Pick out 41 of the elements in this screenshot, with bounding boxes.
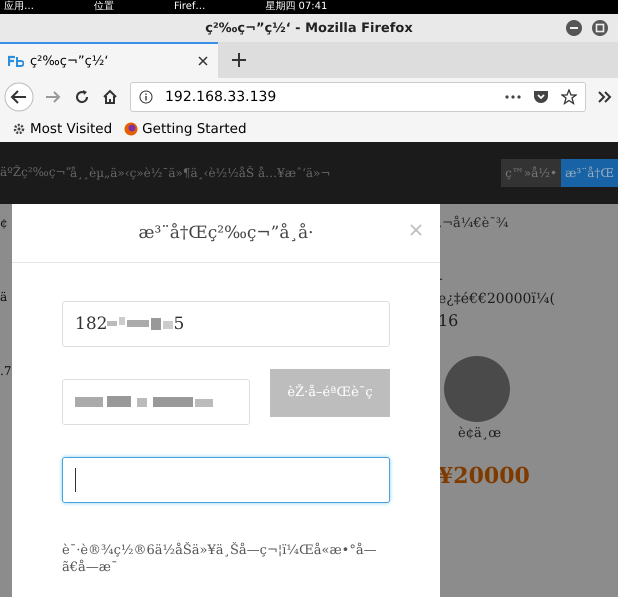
home-icon[interactable] [102, 88, 118, 104]
phone-input[interactable]: 182 5 [62, 301, 390, 347]
course-title: e¿‡é€€20000ï¼( [438, 291, 556, 307]
bookmark-item[interactable]: Getting Started [124, 120, 247, 136]
pocket-icon[interactable] [533, 89, 549, 104]
info-icon[interactable] [139, 90, 153, 104]
system-bar-item[interactable]: 应用… [4, 0, 34, 14]
text-fragment: ä [0, 290, 8, 304]
system-bar-item[interactable]: 星期四 07:41 [265, 0, 328, 14]
site-logo-icon [8, 55, 24, 67]
notice-text: .¬å¼€è¯¾ [438, 216, 510, 231]
address-bar[interactable]: 192.168.33.139 [130, 82, 586, 112]
text-fragment: ¢ [0, 216, 8, 230]
gear-icon [12, 122, 26, 136]
teacher-name: è¢ä¸œ [458, 426, 502, 441]
forward-icon[interactable] [44, 88, 62, 104]
system-bar-item[interactable]: Firef… [174, 0, 206, 14]
browser-tab[interactable]: ç²‰ç¬”ç½‘ [0, 42, 218, 78]
blurred-text-drawing [107, 315, 174, 333]
more-icon[interactable] [505, 94, 521, 98]
password-input[interactable] [62, 457, 390, 503]
dialog-title: æ³¨å†Œç²‰ç¬”å¸å· [138, 223, 314, 243]
maximize-icon[interactable] [592, 20, 608, 36]
course-date: 16 [438, 311, 460, 330]
text-fragment: .7 [0, 364, 12, 378]
close-icon[interactable] [198, 56, 208, 66]
system-bar-item[interactable]: 位置 [94, 0, 114, 14]
reload-icon[interactable] [74, 88, 90, 104]
window-title: ç²‰ç¬”ç½‘ - Mozilla Firefox [205, 20, 413, 36]
url-text: 192.168.33.139 [165, 88, 278, 104]
password-hint: è¯·è®¾ç½®6ä½åŠä»¥ä¸Šå—ç¬¦ï¼Œå«æ•°å—ã€å—æ¯ [62, 543, 378, 577]
course-price: ¥20000 [438, 463, 531, 489]
browser-logo-icon [124, 122, 138, 136]
code-input[interactable] [62, 379, 250, 425]
overflow-icon[interactable] [598, 90, 612, 102]
star-icon[interactable] [561, 88, 577, 104]
minimize-icon[interactable] [566, 20, 582, 36]
new-tab-icon[interactable] [232, 53, 246, 67]
tab-title: ç²‰ç¬”ç½‘ [30, 54, 110, 68]
bookmark-item[interactable]: Most Visited [12, 120, 112, 136]
back-icon[interactable] [4, 82, 34, 112]
